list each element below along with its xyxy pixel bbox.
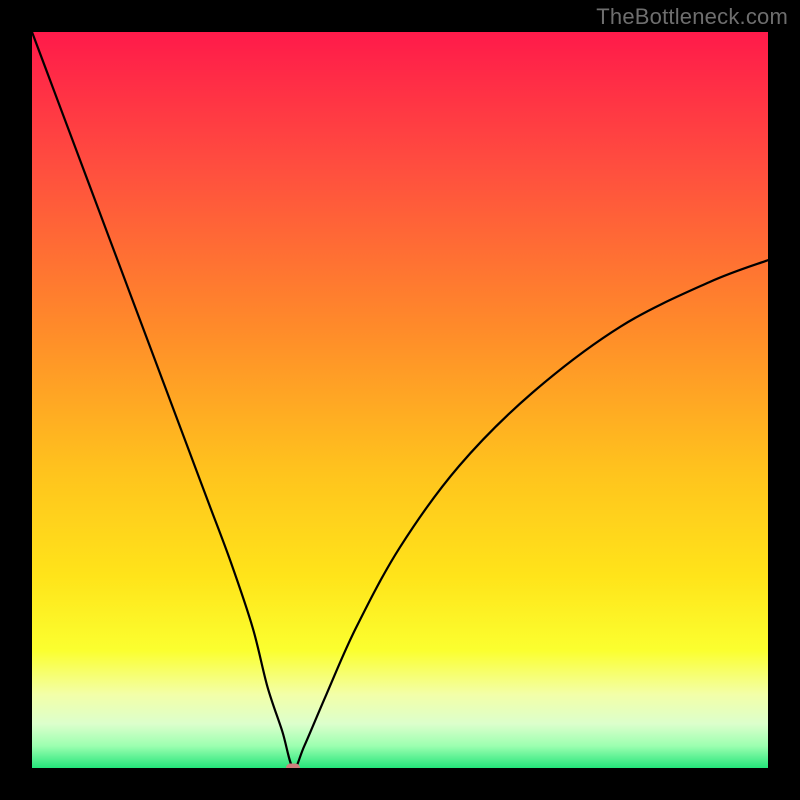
bottleneck-curve: [32, 32, 768, 768]
chart-frame: TheBottleneck.com: [0, 0, 800, 800]
watermark-text: TheBottleneck.com: [596, 4, 788, 30]
plot-area: [32, 32, 768, 768]
minimum-marker: [286, 764, 300, 769]
